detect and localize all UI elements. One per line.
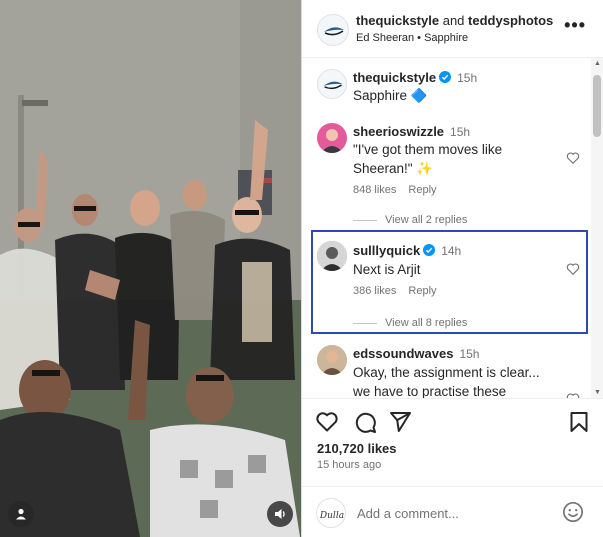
comment-meta: 848 likes Reply <box>353 184 437 196</box>
scroll-down-icon[interactable]: ▼ <box>594 389 601 396</box>
commenter-avatar[interactable] <box>317 345 347 375</box>
comment-highlight-box <box>311 230 588 334</box>
current-user-avatar[interactable]: Dulla <box>316 498 346 528</box>
brand-logo-icon <box>323 81 343 90</box>
post-header: thequickstyle and teddysphotos Ed Sheera… <box>302 0 603 58</box>
comment-time: 15h <box>459 347 480 361</box>
emoji-icon[interactable] <box>562 501 584 523</box>
scrollbar-thumb[interactable] <box>593 75 601 137</box>
author-link-2[interactable]: teddysphotos <box>468 13 553 28</box>
user-icon <box>16 508 26 520</box>
comment-likes[interactable]: 848 likes <box>353 184 396 196</box>
comment-item: sheerioswizzle 15h "I've got them moves l… <box>302 116 592 226</box>
comment-item: edssoundwaves 15h Okay, the assignment is… <box>302 342 592 398</box>
audio-separator: • <box>417 32 422 44</box>
post-authors: thequickstyle and teddysphotos <box>356 13 553 28</box>
comment-bubble-icon[interactable] <box>353 410 377 434</box>
author-avatar[interactable] <box>317 14 349 46</box>
caption-username[interactable]: thequickstyle 15h <box>353 70 477 85</box>
comment-username[interactable]: edssoundwaves 15h <box>353 346 479 361</box>
audio-info[interactable]: Ed Sheeran • Sapphire <box>356 32 468 44</box>
commenter-avatar[interactable] <box>317 123 347 153</box>
brand-logo-icon <box>324 27 344 36</box>
save-bookmark-icon[interactable] <box>567 410 591 434</box>
comment-username[interactable]: sheerioswizzle 15h <box>353 124 470 139</box>
song-name[interactable]: Sapphire <box>424 32 468 44</box>
comments-list[interactable]: thequickstyle 15h Sapphire 🔷 sheerioswizz… <box>302 58 603 398</box>
more-options-icon[interactable]: ••• <box>564 16 586 34</box>
add-comment-bar: Dulla Add a comment... <box>302 486 603 537</box>
post-detail-panel: thequickstyle and teddysphotos Ed Sheera… <box>301 0 603 537</box>
reply-button[interactable]: Reply <box>408 184 436 196</box>
post-actions: 210,720 likes 15 hours ago <box>302 398 603 486</box>
comment-time: 15h <box>450 125 471 139</box>
post-timestamp[interactable]: 15 hours ago <box>317 459 381 471</box>
avatar-logo-text: Dulla <box>319 511 344 521</box>
comment-text: Okay, the assignment is clear... we have… <box>353 365 540 398</box>
comment-text: "I've got them moves like Sheeran!" ✨ <box>353 142 503 176</box>
share-send-icon[interactable] <box>388 410 412 434</box>
speaker-icon <box>274 509 285 519</box>
comments-scrollbar[interactable]: ▲ ▼ <box>591 58 603 398</box>
post-media[interactable] <box>0 0 301 537</box>
caption-text: Sapphire 🔷 <box>353 88 428 103</box>
caption-avatar[interactable] <box>317 69 347 99</box>
post-photo <box>0 0 301 537</box>
avatar-image <box>317 345 347 375</box>
replies-divider <box>353 219 377 221</box>
and-text: and <box>442 13 465 28</box>
scroll-up-icon[interactable]: ▲ <box>594 60 601 67</box>
artist-name[interactable]: Ed Sheeran <box>356 32 414 44</box>
avatar-logo: Dulla <box>319 511 344 521</box>
tagged-users-button[interactable] <box>8 501 34 527</box>
heart-icon[interactable] <box>566 151 580 165</box>
like-heart-icon[interactable] <box>315 410 339 434</box>
verified-badge-icon <box>439 71 452 83</box>
audio-toggle-button[interactable] <box>267 501 293 527</box>
caption-row: thequickstyle 15h Sapphire 🔷 <box>302 58 592 108</box>
author-link-1[interactable]: thequickstyle <box>356 13 439 28</box>
view-replies-label[interactable]: View all 2 replies <box>385 214 467 226</box>
avatar-image <box>321 129 343 153</box>
comment-username-text[interactable]: sheerioswizzle <box>353 124 444 139</box>
comment-username-text[interactable]: edssoundwaves <box>353 346 453 361</box>
likes-count[interactable]: 210,720 likes <box>317 441 397 456</box>
caption-time: 15h <box>457 71 478 85</box>
view-replies-button[interactable]: View all 2 replies <box>353 214 467 226</box>
caption-username-text[interactable]: thequickstyle <box>353 70 436 85</box>
comment-input[interactable]: Add a comment... <box>357 506 459 521</box>
